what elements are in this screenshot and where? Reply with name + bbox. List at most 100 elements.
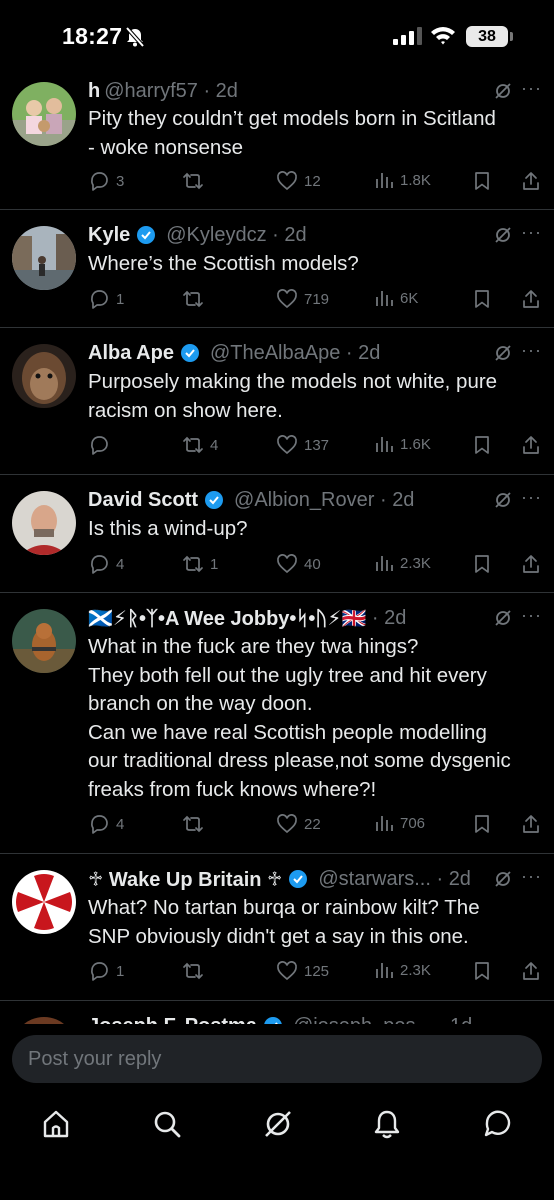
post-text-line: Is this a wind-up?	[88, 517, 248, 540]
display-name[interactable]: h	[88, 80, 100, 103]
share-button[interactable]	[520, 960, 542, 982]
avatar[interactable]	[12, 870, 76, 934]
views-button[interactable]: 2.3K	[374, 960, 431, 980]
separator-dot: ·	[340, 341, 359, 364]
notifications-icon[interactable]	[371, 1108, 403, 1140]
display-name[interactable]: Alba Ape	[88, 342, 174, 365]
bookmark-icon	[475, 436, 489, 454]
home-icon[interactable]	[40, 1108, 72, 1140]
reply-post[interactable]: David Scott @Albion_Rover · 2d ··· Is th…	[0, 475, 554, 593]
views-button[interactable]: 1.6K	[374, 434, 431, 454]
repost-button[interactable]: 4	[182, 434, 218, 456]
avatar[interactable]	[12, 226, 76, 290]
timestamp: 1d	[450, 1015, 472, 1025]
bookmark-button[interactable]	[472, 960, 492, 982]
share-button[interactable]	[520, 813, 542, 835]
repost-button[interactable]	[182, 960, 210, 982]
more-options-icon[interactable]: ···	[521, 340, 542, 361]
reply-button[interactable]	[88, 434, 116, 456]
bookmark-button[interactable]	[472, 553, 492, 575]
views-button[interactable]: 706	[374, 813, 425, 833]
repost-button[interactable]	[182, 813, 210, 835]
status-bar: 18:27 38	[0, 0, 554, 72]
like-count: 40	[304, 555, 321, 573]
avatar[interactable]	[12, 82, 76, 146]
reply-count: 3	[116, 172, 125, 190]
grok-icon[interactable]	[494, 870, 512, 888]
reply-button[interactable]: 4	[88, 813, 124, 835]
user-handle[interactable]: @TheAlbaApe	[210, 342, 340, 365]
share-button[interactable]	[520, 288, 542, 310]
post-text-line: freaks from fuck knows where?!	[88, 777, 377, 801]
more-options-icon[interactable]: ···	[521, 78, 542, 99]
display-name[interactable]: David Scott	[88, 489, 198, 512]
like-count: 22	[304, 815, 321, 833]
reply-button[interactable]: 1	[88, 288, 124, 310]
post-text: Purposely making the models not white, p…	[88, 368, 544, 425]
display-name[interactable]: ♱ Wake Up Britain ♱	[88, 867, 282, 892]
views-button[interactable]: 6K	[374, 288, 418, 308]
views-button[interactable]: 1.8K	[374, 170, 431, 190]
user-handle[interactable]: @Kyleydcz	[166, 224, 266, 247]
user-handle[interactable]: @joseph_pos...	[293, 1015, 432, 1025]
post-text-line: Where’s the Scottish models?	[88, 252, 359, 275]
share-button[interactable]	[520, 170, 542, 192]
grok-icon[interactable]	[262, 1108, 294, 1140]
user-handle[interactable]: @starwars...	[318, 868, 431, 891]
grok-icon[interactable]	[494, 344, 512, 362]
bookmark-icon	[475, 962, 489, 980]
avatar[interactable]	[12, 344, 76, 408]
repost-button[interactable]: 1	[182, 553, 218, 575]
bookmark-icon	[475, 815, 489, 833]
like-button[interactable]: 40	[276, 553, 321, 575]
reply-post[interactable]: 🏴󠁧󠁢󠁳󠁣󠁴󠁿⚡ᚱ•ᛉ•A Wee Jobby•ᛋ•ᚢ⚡🇬🇧 · 2d ··· …	[0, 593, 554, 854]
share-button[interactable]	[520, 553, 542, 575]
messages-icon[interactable]	[482, 1108, 514, 1140]
avatar[interactable]	[12, 609, 76, 673]
search-icon[interactable]	[151, 1108, 183, 1140]
like-button[interactable]: 125	[276, 960, 329, 982]
reply-post[interactable]: ♱ Wake Up Britain ♱ @starwars... · 2d ··…	[0, 854, 554, 1001]
user-handle[interactable]: @Albion_Rover	[234, 489, 374, 512]
display-name[interactable]: 🏴󠁧󠁢󠁳󠁣󠁴󠁿⚡ᚱ•ᛉ•A Wee Jobby•ᛋ•ᚢ⚡🇬🇧	[88, 606, 366, 631]
more-options-icon[interactable]: ···	[521, 605, 542, 626]
repost-button[interactable]	[182, 288, 210, 310]
reply-input[interactable]: Post your reply	[12, 1035, 542, 1083]
share-button[interactable]	[520, 434, 542, 456]
reply-button[interactable]: 3	[88, 170, 124, 192]
grok-icon[interactable]	[494, 226, 512, 244]
like-button[interactable]: 137	[276, 434, 329, 456]
user-handle[interactable]: @harryf57	[104, 80, 198, 103]
more-options-icon[interactable]: ···	[521, 487, 542, 508]
timestamp: 2d	[448, 867, 471, 890]
reply-post[interactable]: Kyle @Kyleydcz · 2d ··· Where’s the Scot…	[0, 210, 554, 328]
like-button[interactable]: 719	[276, 288, 329, 310]
like-button[interactable]: 22	[276, 813, 321, 835]
avatar[interactable]	[12, 491, 76, 555]
views-button[interactable]: 2.3K	[374, 553, 431, 573]
repost-button[interactable]	[182, 170, 210, 192]
separator-dot: ·	[432, 1015, 450, 1025]
replies-feed[interactable]: h @harryf57 · 2d ··· Pity they couldn’t …	[0, 72, 554, 1024]
reply-button[interactable]: 4	[88, 553, 124, 575]
bookmark-button[interactable]	[472, 170, 492, 192]
post-actions: 1 719 6K	[88, 288, 544, 314]
bookmark-button[interactable]	[472, 434, 492, 456]
reply-post[interactable]: Joseph F. Postma @joseph_pos... · 1d	[0, 1001, 554, 1024]
status-time: 18:27	[62, 23, 123, 49]
reply-button[interactable]: 1	[88, 960, 124, 982]
display-name[interactable]: Kyle	[88, 224, 130, 247]
display-name[interactable]: Joseph F. Postma	[88, 1015, 257, 1025]
more-options-icon[interactable]: ···	[521, 866, 542, 887]
more-options-icon[interactable]: ···	[521, 222, 542, 243]
like-button[interactable]: 12	[276, 170, 321, 192]
avatar[interactable]	[12, 1017, 76, 1024]
reply-post[interactable]: Alba Ape @TheAlbaApe · 2d ··· Purposely …	[0, 328, 554, 475]
grok-icon[interactable]	[494, 609, 512, 627]
timestamp: 2d	[284, 223, 307, 246]
bookmark-button[interactable]	[472, 813, 492, 835]
grok-icon[interactable]	[494, 491, 512, 509]
reply-post[interactable]: h @harryf57 · 2d ··· Pity they couldn’t …	[0, 72, 554, 210]
grok-icon[interactable]	[494, 82, 512, 100]
bookmark-button[interactable]	[472, 288, 492, 310]
